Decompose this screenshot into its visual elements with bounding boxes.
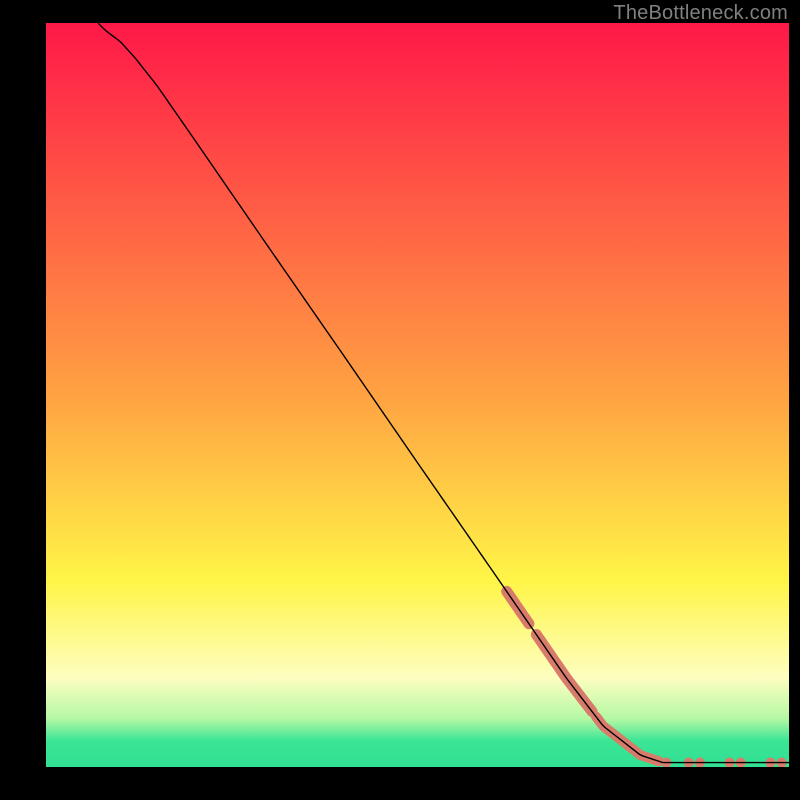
gradient-background [46, 23, 789, 767]
plot-area [46, 23, 789, 767]
watermark-text: TheBottleneck.com [613, 2, 788, 25]
chart-stage: { "watermark": "TheBottleneck.com", "cha… [0, 0, 800, 800]
chart-svg [46, 23, 789, 767]
